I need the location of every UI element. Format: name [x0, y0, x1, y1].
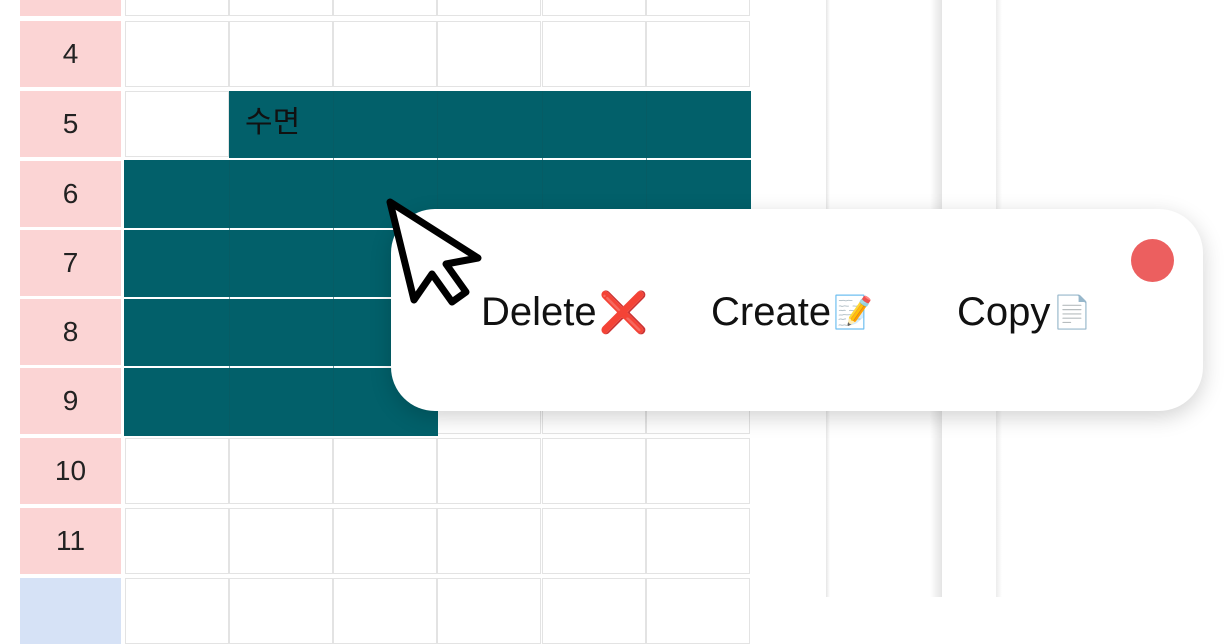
grid-cell[interactable] [333, 438, 437, 504]
row-header-10: 10 [20, 438, 121, 504]
grid-cell[interactable] [437, 21, 541, 87]
row-header-9: 9 [20, 368, 121, 434]
row-header [20, 578, 121, 644]
grid-cell[interactable] [229, 0, 333, 16]
row-header-6: 6 [20, 161, 121, 227]
row-header-7: 7 [20, 230, 121, 296]
grid-cell[interactable] [437, 508, 541, 574]
grid-cell[interactable] [333, 578, 437, 644]
copy-label: Copy [957, 289, 1051, 334]
grid-cell[interactable] [646, 578, 750, 644]
grid-cell[interactable] [333, 0, 437, 16]
grid-cell[interactable] [229, 438, 333, 504]
grid-cell[interactable] [646, 438, 750, 504]
grid-cell[interactable] [229, 21, 333, 87]
grid-cell[interactable] [125, 91, 229, 157]
row-header-11: 11 [20, 508, 121, 574]
grid-cell[interactable] [542, 508, 646, 574]
grid-cell[interactable] [125, 21, 229, 87]
grid-cell[interactable] [646, 508, 750, 574]
mouse-cursor-icon [386, 198, 482, 306]
row-header-8: 8 [20, 299, 121, 365]
grid-cell[interactable] [125, 578, 229, 644]
row-header-5: 5 [20, 91, 121, 157]
event-label: 수면 [245, 105, 301, 140]
copy-button[interactable]: Copy 📄 [957, 286, 1092, 338]
grid-cell[interactable] [542, 21, 646, 87]
grid-cell[interactable] [125, 508, 229, 574]
delete-icon: ❌ [598, 290, 649, 335]
grid-cell[interactable] [646, 0, 750, 16]
grid-cell[interactable] [542, 578, 646, 644]
grid-cell[interactable] [542, 438, 646, 504]
grid-cell[interactable] [333, 21, 437, 87]
delete-label: Delete [481, 289, 597, 334]
grid-cell[interactable] [125, 438, 229, 504]
grid-cell[interactable] [333, 508, 437, 574]
grid-cell[interactable] [437, 438, 541, 504]
grid-cell[interactable] [646, 21, 750, 87]
delete-button[interactable]: Delete ❌ [481, 286, 648, 338]
copy-document-icon: 📄 [1052, 294, 1093, 330]
event-block[interactable] [229, 91, 751, 158]
grid-cell[interactable] [229, 508, 333, 574]
grid-cell[interactable] [229, 578, 333, 644]
grid-cell[interactable] [125, 0, 229, 16]
row-header [20, 0, 121, 16]
grid-cell[interactable] [437, 578, 541, 644]
event-block[interactable] [124, 368, 438, 436]
create-button[interactable]: Create 📝 [711, 286, 873, 338]
grid-cell[interactable] [542, 0, 646, 16]
close-button[interactable] [1131, 239, 1174, 282]
row-header-4: 4 [20, 21, 121, 87]
create-label: Create [711, 289, 832, 334]
grid-cell[interactable] [437, 0, 541, 16]
notepad-pencil-icon: 📝 [833, 294, 873, 330]
